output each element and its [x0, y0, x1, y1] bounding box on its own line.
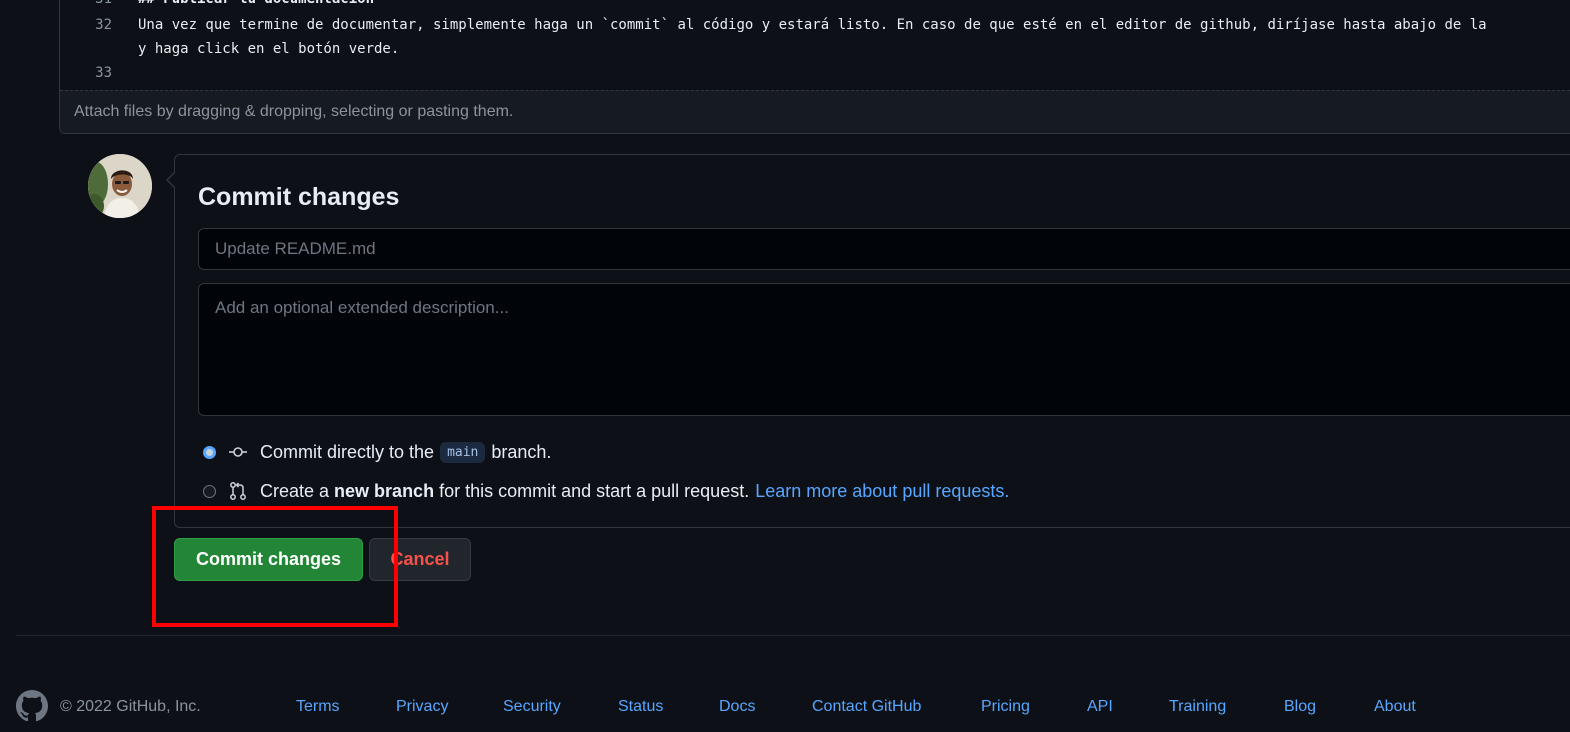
line-number: 31 — [60, 0, 112, 11]
radio-new-branch[interactable] — [203, 484, 216, 498]
footer-link-privacy[interactable]: Privacy — [396, 698, 448, 716]
commit-title: Commit changes — [198, 183, 400, 211]
commit-changes-button[interactable]: Commit changes — [174, 538, 363, 581]
footer-link-contact-github[interactable]: Contact GitHub — [812, 698, 921, 716]
radio-commit-direct[interactable] — [203, 445, 216, 459]
line-text: Una vez que termine de documentar, simpl… — [138, 17, 1487, 33]
git-pull-request-icon — [230, 482, 246, 500]
git-commit-icon — [229, 447, 247, 457]
github-logo-icon[interactable] — [16, 690, 48, 722]
footer-link-pricing[interactable]: Pricing — [981, 698, 1030, 716]
page: 31 ## Publicar tu documentación 32 Una v… — [0, 0, 1570, 732]
footer-link-terms[interactable]: Terms — [296, 698, 340, 716]
line-text: y haga click en el botón verde. — [138, 41, 400, 57]
line-number: 32 — [95, 17, 112, 33]
speech-caret-fill — [168, 172, 176, 188]
footer-link-status[interactable]: Status — [618, 698, 663, 716]
code-editor[interactable]: 31 ## Publicar tu documentación 32 Una v… — [59, 0, 1570, 134]
avatar[interactable] — [88, 154, 152, 218]
footer-link-api[interactable]: API — [1087, 698, 1113, 716]
footer-link-training[interactable]: Training — [1169, 698, 1226, 716]
option-new-branch-text: Create a — [260, 480, 330, 501]
attach-files-text: Attach files by dragging & dropping, sel… — [74, 103, 514, 120]
option-direct-text: Commit directly to the — [260, 441, 435, 462]
footer-link-blog[interactable]: Blog — [1284, 698, 1316, 716]
footer-link-security[interactable]: Security — [503, 698, 561, 716]
option-direct-suffix: branch. — [491, 441, 552, 462]
learn-more-pull-requests-link[interactable]: Learn more about pull requests. — [755, 481, 1009, 502]
commit-form: Commit changes Commit directly to the ma… — [166, 154, 1570, 528]
cancel-button[interactable]: Cancel — [369, 538, 471, 581]
line-text: ## Publicar tu documentación — [138, 0, 374, 11]
commit-description-input[interactable] — [198, 283, 1570, 416]
commit-summary-input[interactable] — [198, 228, 1570, 270]
avatar-image — [88, 154, 152, 218]
line-number: 33 — [95, 65, 112, 81]
footer-link-docs[interactable]: Docs — [719, 698, 755, 716]
copyright-text: © 2022 GitHub, Inc. — [60, 698, 201, 715]
option-commit-direct[interactable]: Commit directly to the main branch. — [203, 440, 551, 464]
attach-files-bar[interactable]: Attach files by dragging & dropping, sel… — [60, 90, 1570, 133]
option-new-branch[interactable]: Create a new branch for this commit and … — [203, 479, 1009, 503]
branch-name-chip: main — [440, 441, 486, 463]
option-new-branch-bold: new branch — [334, 480, 435, 501]
option-new-branch-suffix: for this commit and start a pull request… — [439, 480, 750, 501]
footer-link-about[interactable]: About — [1374, 698, 1416, 716]
footer-divider — [16, 635, 1570, 636]
